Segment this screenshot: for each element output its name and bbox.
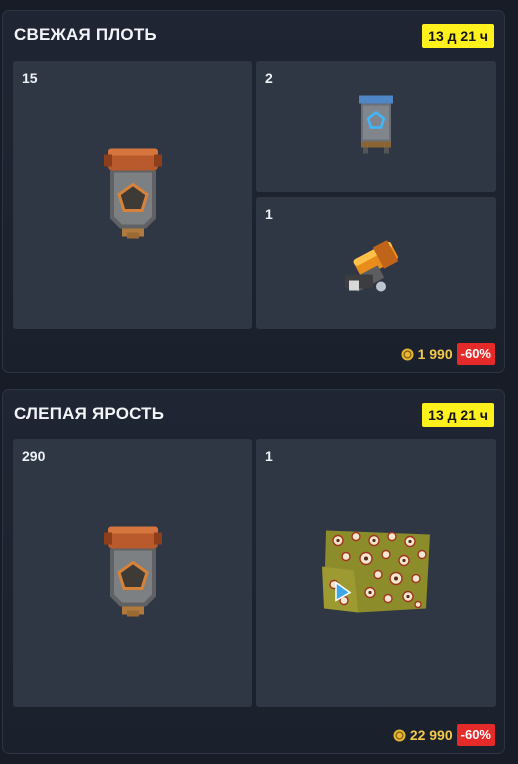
offer-card-blind-rage[interactable]: СЛЕПАЯ ЯРОСТЬ 13 д 21 ч 290 1 22 990 -60…	[2, 389, 505, 754]
price-row[interactable]: 1 990 -60%	[401, 343, 495, 365]
reinforced-container-icon	[102, 145, 164, 246]
rocket-launcher-weapon-icon	[341, 240, 411, 302]
offer-title: СВЕЖАЯ ПЛОТЬ	[14, 25, 157, 44]
item-tile-crate[interactable]: 2	[256, 61, 496, 192]
item-tile-camo[interactable]: 1	[256, 439, 496, 707]
item-count: 15	[22, 70, 38, 86]
gold-coin-icon	[401, 348, 414, 361]
gold-coin-icon	[393, 729, 406, 742]
item-tile-container[interactable]: 290	[13, 439, 252, 707]
price-row[interactable]: 22 990 -60%	[393, 724, 495, 746]
price-value: 22 990	[409, 727, 453, 743]
item-count: 290	[22, 448, 46, 464]
discount-badge: -60%	[456, 724, 495, 746]
reinforced-container-icon	[102, 523, 164, 624]
blue-crate-icon	[357, 93, 395, 160]
item-count: 1	[265, 448, 273, 464]
price-value: 1 990	[417, 346, 453, 362]
item-tile-weapon[interactable]: 1	[256, 197, 496, 329]
eyes-camo-paint-icon	[318, 525, 434, 622]
item-tile-container[interactable]: 15	[13, 61, 252, 329]
offer-title: СЛЕПАЯ ЯРОСТЬ	[14, 404, 165, 423]
offer-timer-badge: 13 д 21 ч	[422, 24, 494, 48]
discount-badge: -60%	[456, 343, 495, 365]
offer-timer-badge: 13 д 21 ч	[422, 403, 494, 427]
item-count: 1	[265, 206, 273, 222]
item-count: 2	[265, 70, 273, 86]
offer-card-fresh-flesh[interactable]: СВЕЖАЯ ПЛОТЬ 13 д 21 ч 15 2 1 1 990 -60%	[2, 10, 505, 373]
